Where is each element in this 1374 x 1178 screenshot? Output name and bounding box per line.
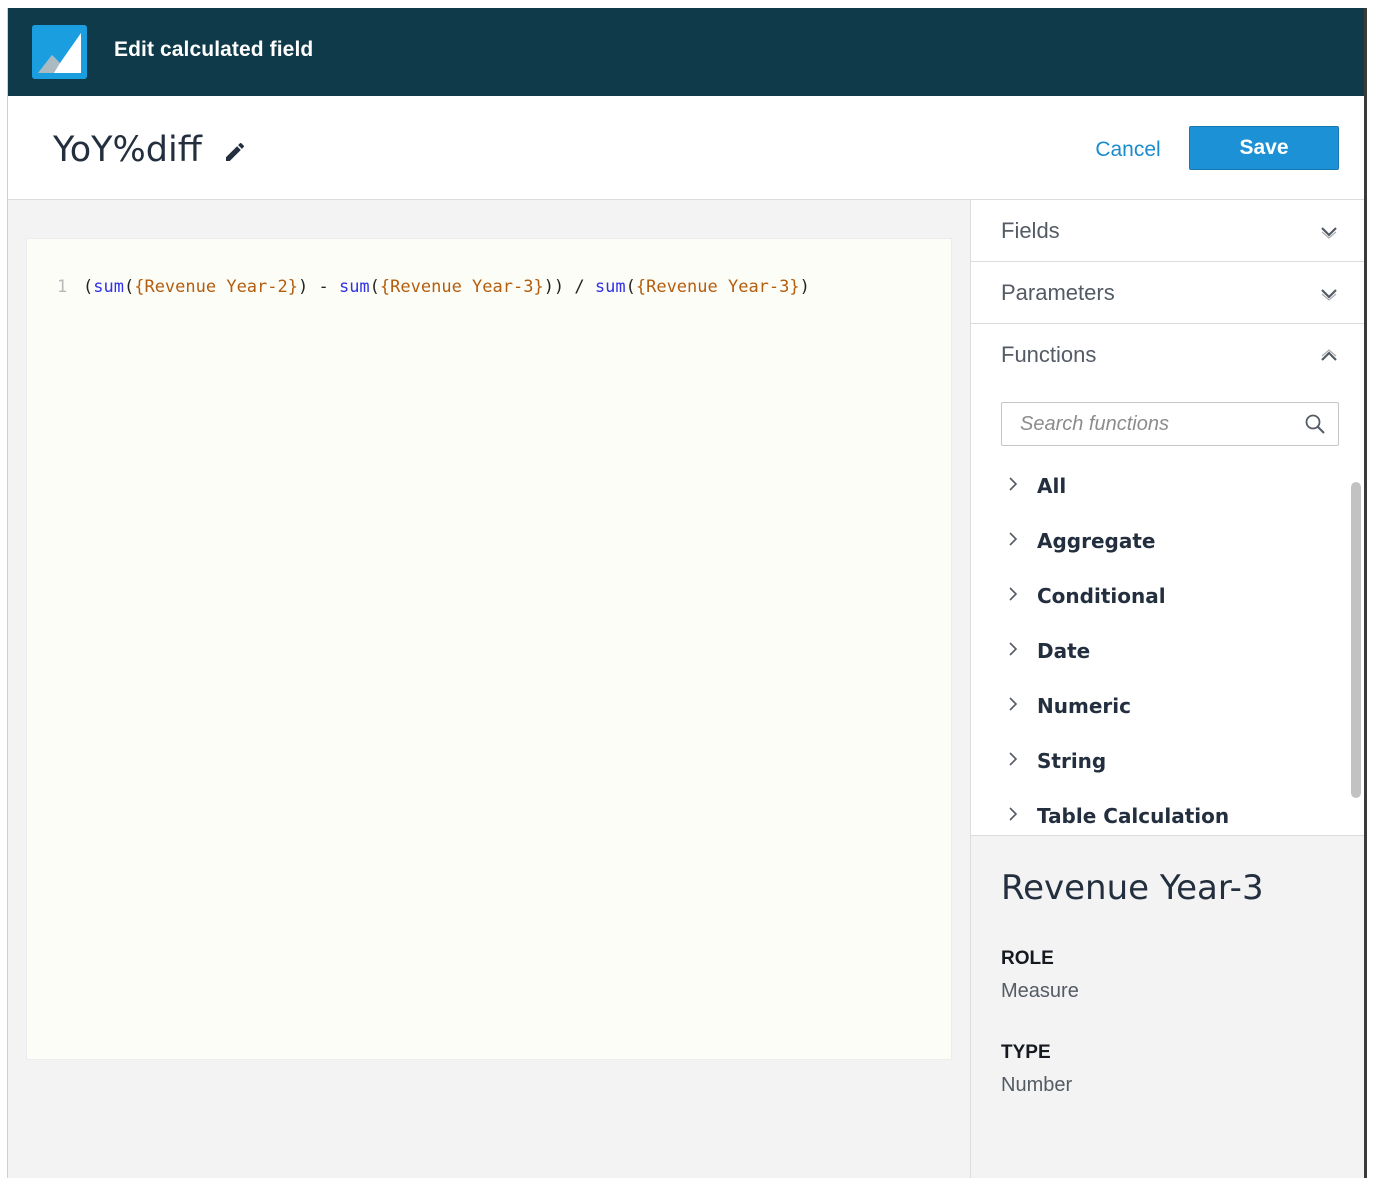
code-field-ref: {Revenue Year-2} bbox=[134, 277, 298, 297]
code-token: ( bbox=[625, 277, 636, 297]
code-token: )) bbox=[543, 277, 565, 297]
type-value: Number bbox=[1001, 1074, 1073, 1096]
chevron-right-icon bbox=[1009, 477, 1018, 491]
category-item-conditional[interactable]: Conditional bbox=[1007, 576, 1337, 616]
category-item-aggregate[interactable]: Aggregate bbox=[1007, 521, 1337, 561]
parameters-label: Parameters bbox=[1001, 280, 1115, 305]
category-label: Date bbox=[1037, 639, 1091, 663]
chevron-right-icon bbox=[1009, 752, 1018, 766]
category-label: String bbox=[1037, 749, 1107, 773]
category-item-all[interactable]: All bbox=[1007, 466, 1337, 506]
type-label: TYPE bbox=[1001, 1042, 1051, 1063]
category-label: All bbox=[1037, 474, 1067, 498]
code-token: - bbox=[308, 277, 339, 297]
pencil-icon[interactable] bbox=[223, 140, 247, 164]
code-token: ( bbox=[123, 277, 135, 297]
fields-label: Fields bbox=[1001, 218, 1060, 243]
chevron-right-icon bbox=[1009, 587, 1018, 601]
chevron-up-icon bbox=[1321, 349, 1337, 361]
code-token: ) bbox=[297, 277, 309, 297]
functions-label: Functions bbox=[1001, 342, 1097, 367]
code-line[interactable]: 1 (sum({Revenue Year-2}) - sum({Revenue Y… bbox=[57, 277, 810, 297]
code-keyword: sum bbox=[93, 277, 124, 297]
chevron-down-icon bbox=[1321, 227, 1337, 239]
fields-section-header[interactable]: Fields bbox=[971, 200, 1364, 262]
category-item-table-calculation[interactable]: Table Calculation bbox=[1007, 796, 1337, 836]
chevron-down-icon bbox=[1321, 289, 1337, 301]
code-field-ref: {Revenue Year-3} bbox=[635, 277, 800, 297]
code-token: / bbox=[564, 277, 595, 297]
window-title: Edit calculated field bbox=[114, 38, 314, 61]
field-detail-panel: Revenue Year-3 ROLE Measure TYPE Number bbox=[971, 838, 1364, 1178]
code-keyword: sum bbox=[338, 277, 370, 297]
search-icon[interactable] bbox=[1304, 413, 1326, 435]
code-token: ( bbox=[369, 277, 380, 297]
search-box bbox=[1001, 402, 1339, 446]
function-category-list: All Aggregate Conditional Date Numeric S… bbox=[971, 466, 1351, 836]
detail-title: Revenue Year-3 bbox=[1001, 868, 1264, 908]
line-number: 1 bbox=[57, 277, 68, 297]
quicksight-logo-icon bbox=[32, 25, 87, 79]
save-button[interactable]: Save bbox=[1189, 126, 1339, 170]
role-label: ROLE bbox=[1001, 948, 1054, 969]
code-token: ) bbox=[799, 277, 810, 297]
side-panel: Fields Parameters Functions Search funct… bbox=[970, 200, 1364, 1178]
chevron-right-icon bbox=[1009, 697, 1018, 711]
cancel-button[interactable]: Cancel bbox=[1093, 134, 1163, 166]
edit-calculated-field-window: Edit calculated field YoY%diff Cancel Sa… bbox=[7, 8, 1367, 1178]
role-value: Measure bbox=[1001, 980, 1079, 1002]
editor-area: 1 (sum({Revenue Year-2}) - sum({Revenue Y… bbox=[8, 200, 970, 1178]
top-bar: Edit calculated field bbox=[8, 8, 1364, 96]
parameters-section-header[interactable]: Parameters bbox=[971, 262, 1364, 324]
functions-section-header[interactable]: Functions bbox=[971, 324, 1364, 386]
field-header: YoY%diff Cancel Save bbox=[8, 96, 1364, 200]
search-functions-input[interactable] bbox=[1002, 403, 1292, 445]
scrollbar-thumb[interactable] bbox=[1351, 482, 1361, 798]
category-item-string[interactable]: String bbox=[1007, 741, 1337, 781]
code-keyword: sum bbox=[594, 277, 626, 297]
category-item-numeric[interactable]: Numeric bbox=[1007, 686, 1337, 726]
functions-panel: All Aggregate Conditional Date Numeric bbox=[971, 386, 1364, 836]
field-name: YoY%diff bbox=[53, 130, 202, 170]
category-label: Numeric bbox=[1037, 694, 1131, 718]
formula-editor[interactable]: 1 (sum({Revenue Year-2}) - sum({Revenue Y… bbox=[26, 238, 952, 1060]
code-token: ( bbox=[83, 277, 94, 297]
chevron-right-icon bbox=[1009, 807, 1018, 821]
category-label: Conditional bbox=[1037, 584, 1166, 608]
chevron-right-icon bbox=[1009, 642, 1018, 656]
chevron-right-icon bbox=[1009, 532, 1018, 546]
category-label: Table Calculation bbox=[1037, 804, 1230, 828]
category-label: Aggregate bbox=[1037, 529, 1156, 553]
category-item-date[interactable]: Date bbox=[1007, 631, 1337, 671]
code-field-ref: {Revenue Year-3} bbox=[379, 277, 544, 297]
